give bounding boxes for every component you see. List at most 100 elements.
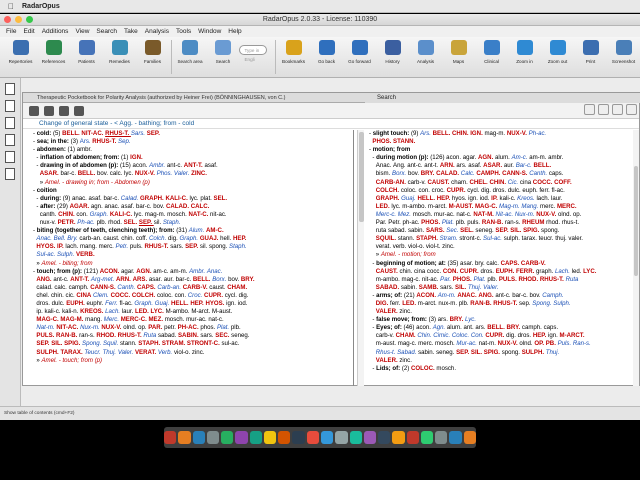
rubric-segment[interactable]: Ambr. bbox=[149, 162, 167, 169]
rubric-segment[interactable]: Sulph. bbox=[553, 300, 570, 307]
rubric-segment[interactable]: RHUS-T. bbox=[118, 332, 144, 339]
rubric-line[interactable]: COLCH. coloc. con. croc. CUPR. cycl. dig… bbox=[369, 187, 633, 195]
dock-app-icon[interactable] bbox=[206, 431, 220, 444]
rubric-segment[interactable]: Calad. bbox=[121, 195, 140, 202]
rubric-line[interactable]: - slight touch: (9) Ars. BELL. CHIN. IGN… bbox=[369, 130, 633, 138]
repertory-doc-icon[interactable] bbox=[5, 151, 15, 163]
rubric-segment[interactable]: KALI-C. bbox=[165, 195, 189, 202]
globe-icon[interactable] bbox=[59, 105, 69, 116]
rubric-line[interactable]: ASAR. bar-c. BELL. bov. calc. lyc. NUX-V… bbox=[33, 170, 329, 178]
rubric-segment[interactable]: Cic. bbox=[508, 179, 520, 186]
rubric-segment[interactable]: COLCH. bbox=[132, 292, 157, 299]
rubric-line[interactable]: Anac. Ang. ant-c. ant-t. ARN. ars. asaf.… bbox=[369, 162, 633, 170]
rubric-segment[interactable]: ASAR. bbox=[483, 162, 504, 169]
rubric-segment[interactable]: PB. bbox=[546, 340, 558, 347]
rubric-segment[interactable]: LED. bbox=[135, 308, 151, 315]
rubric-segment[interactable]: MEZ. bbox=[148, 316, 164, 323]
rubric-segment[interactable]: RHUS-T. bbox=[105, 130, 131, 137]
rubric-segment[interactable]: Ars. bbox=[420, 130, 433, 137]
rubric-segment[interactable]: BRY. bbox=[421, 170, 436, 177]
ribbon-button-maps[interactable]: Maps bbox=[442, 37, 475, 64]
scroll-thumb[interactable] bbox=[634, 166, 638, 276]
rubric-segment[interactable]: CALAD. bbox=[166, 203, 191, 210]
rubric-segment[interactable]: CUPR. bbox=[204, 292, 225, 299]
rubric-segment[interactable]: HEP. bbox=[437, 195, 452, 202]
rubric-segment[interactable]: AM-C. bbox=[206, 227, 224, 234]
rubric-segment[interactable]: SEP. bbox=[147, 130, 160, 137]
rubric-line[interactable]: ANG. ant-c. ANT-T. Arg-met. ARN. ARS. as… bbox=[33, 276, 329, 284]
rubric-line[interactable]: - abdomen: (1) ambr. bbox=[33, 146, 329, 154]
rubric-segment[interactable]: Valer. bbox=[174, 170, 191, 177]
rubric-line[interactable]: - motion; from bbox=[369, 146, 633, 154]
rubric-segment[interactable]: PAR. bbox=[148, 324, 164, 331]
rubric-segment[interactable]: CHEL. bbox=[469, 179, 489, 186]
rubric-segment[interactable]: COCC. bbox=[533, 179, 554, 186]
rubric-segment[interactable]: Graph. bbox=[134, 300, 154, 307]
rubric-segment[interactable]: M-ARCT. bbox=[560, 332, 585, 339]
rubric-line[interactable]: - sea; in the: (3) Ars. RHUS-T. Sep. bbox=[33, 138, 329, 146]
rubric-segment[interactable]: CANN-S. bbox=[90, 284, 117, 291]
rubric-segment[interactable]: OP. bbox=[534, 340, 545, 347]
dock-app-icon[interactable] bbox=[378, 431, 391, 444]
rubric-segment[interactable]: AGN. bbox=[136, 268, 153, 275]
rubric-segment[interactable]: NIT-AC. bbox=[81, 130, 105, 137]
rubric-line[interactable]: - during: (9) anac. asaf. bar-c. Calad. … bbox=[33, 195, 329, 203]
rubric-segment[interactable]: Canth. bbox=[529, 170, 549, 177]
binoculars-icon[interactable] bbox=[29, 105, 39, 116]
search-panel-tab[interactable]: Search bbox=[365, 93, 640, 103]
rubric-segment[interactable]: BRY. bbox=[450, 316, 465, 323]
rubric-line[interactable]: Rhus-t. Sabad. sabin. seneg. SEP. SIL. S… bbox=[369, 349, 633, 357]
rubric-segment[interactable]: Sul-ac. bbox=[33, 251, 57, 258]
rubric-segment[interactable]: NAT-C. bbox=[188, 211, 210, 218]
rubric-segment[interactable]: BELL. bbox=[487, 324, 506, 331]
rubric-segment[interactable]: HYOS. bbox=[205, 300, 226, 307]
ribbon-button-repertories[interactable]: Repertories bbox=[4, 37, 37, 64]
rubric-line[interactable]: calad. calc. camph. CANN-S. Canth. CAPS.… bbox=[33, 284, 329, 292]
rubric-line[interactable]: SEP. SIL. SPIG. Spong. Squil. stann. STA… bbox=[33, 340, 329, 348]
rubric-segment[interactable]: Ruta bbox=[566, 276, 579, 283]
rubric-line[interactable]: chel. chin. cic. CINA Clem. COCC. COLCH.… bbox=[33, 292, 329, 300]
rubric-segment[interactable]: ZINC. bbox=[191, 170, 207, 177]
rubric-segment[interactable]: SEL. bbox=[214, 195, 228, 202]
rubric-segment[interactable]: RHUS-T. bbox=[540, 276, 566, 283]
rubric-segment[interactable]: NAT-M. bbox=[473, 211, 495, 218]
rubric-line[interactable]: HYOS. IP. lach. mang. merc. Petr. puls. … bbox=[33, 243, 329, 251]
rubric-segment[interactable]: Merc. bbox=[104, 316, 121, 323]
rubric-segment[interactable]: HEP. bbox=[190, 300, 205, 307]
dock-app-icon[interactable] bbox=[249, 431, 262, 444]
menu-view[interactable]: View bbox=[75, 28, 89, 35]
rubric-segment[interactable]: Thuj. bbox=[103, 349, 118, 356]
rubric-segment[interactable]: Guaj. bbox=[155, 300, 171, 307]
rubric-segment[interactable]: COLCH. bbox=[369, 187, 401, 194]
rubric-line[interactable]: ip. kali-c. kali-n. KREOS. Lach. laur. L… bbox=[33, 308, 329, 316]
rubric-segment[interactable]: MERC-C. bbox=[121, 316, 149, 323]
rubric-segment[interactable]: SEP. bbox=[185, 243, 200, 250]
rubric-segment[interactable]: Mang. bbox=[521, 203, 540, 210]
rubric-line[interactable]: - beginning of motion; at: (35) asar. br… bbox=[369, 260, 633, 268]
rubric-segment[interactable]: PHOS. bbox=[453, 276, 474, 283]
rubric-segment[interactable]: IP. bbox=[491, 195, 499, 202]
ribbon-button-families[interactable]: Families bbox=[136, 37, 169, 64]
dock-app-icon[interactable] bbox=[306, 431, 319, 444]
dock-app-icon[interactable] bbox=[321, 431, 334, 444]
rubric-segment[interactable]: CALC. bbox=[191, 203, 210, 210]
rubric-segment[interactable]: VALER. bbox=[369, 308, 399, 315]
rubric-line[interactable]: m-ambo. mag-c. nit-ac. Par. PHOS. Plat. … bbox=[369, 276, 633, 284]
rubric-segment[interactable]: GRAPH. bbox=[369, 195, 401, 202]
rubric-segment[interactable]: Coloc. bbox=[452, 332, 471, 339]
menu-analysis[interactable]: Analysis bbox=[145, 28, 169, 35]
rubric-segment[interactable]: Graph. bbox=[179, 235, 199, 242]
ribbon-button-print[interactable]: Print bbox=[574, 37, 607, 64]
rubric-segment[interactable]: IGN. bbox=[470, 130, 484, 137]
rubric-segment[interactable]: Amel. - motion; from bbox=[381, 251, 436, 258]
rubric-segment[interactable]: Canth. bbox=[117, 284, 137, 291]
apple-icon[interactable]:  bbox=[8, 2, 14, 11]
rubric-segment[interactable]: Am-c. bbox=[512, 154, 530, 161]
ribbon-button-search[interactable]: Search bbox=[206, 37, 239, 64]
rubric-segment[interactable]: CARB-V. bbox=[183, 284, 210, 291]
ribbon-button-references[interactable]: References bbox=[37, 37, 70, 64]
book-icon[interactable] bbox=[44, 105, 54, 116]
rubric-segment[interactable]: Thuj. bbox=[546, 349, 560, 356]
rubric-segment[interactable]: DIG. bbox=[369, 300, 390, 307]
rubric-line[interactable]: - after: (29) AGAR. agn. anac. asaf. bar… bbox=[33, 203, 329, 211]
